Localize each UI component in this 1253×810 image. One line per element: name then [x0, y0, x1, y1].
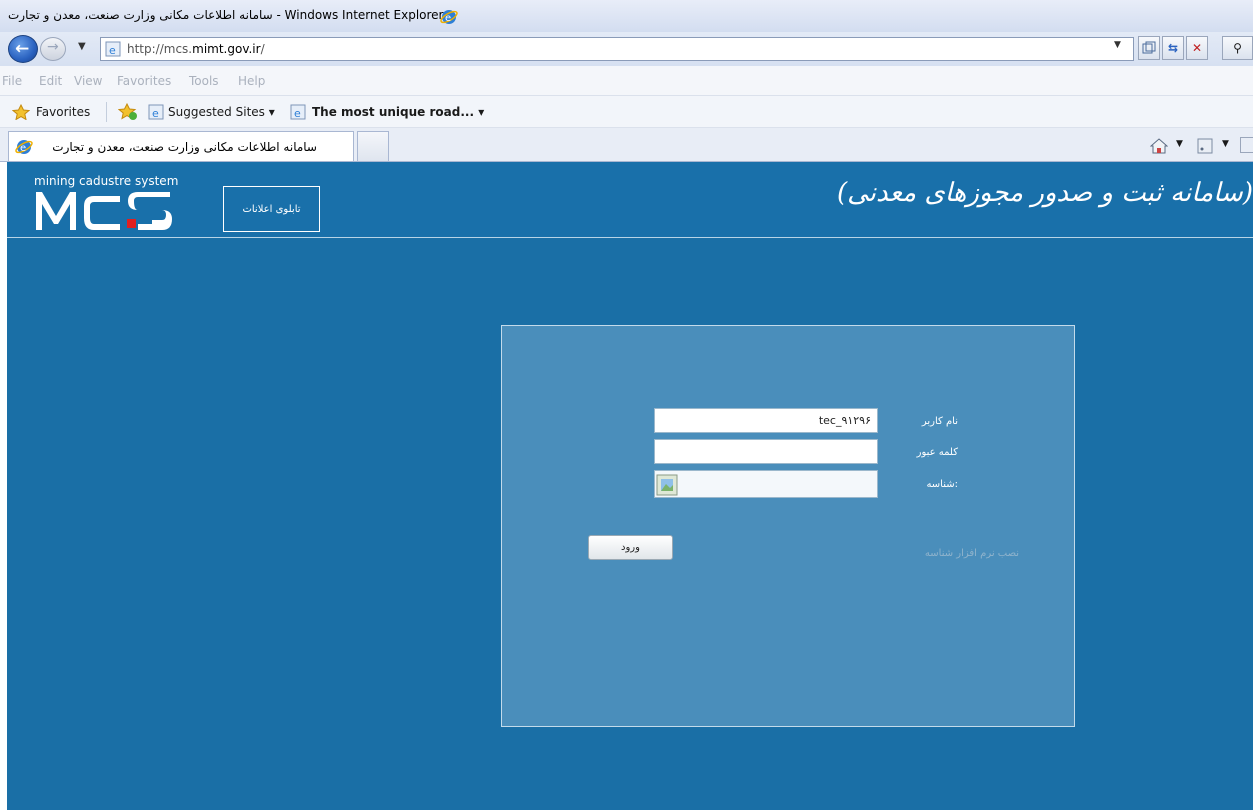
menu-bar: File Edit View Favorites Tools Help — [0, 66, 1253, 96]
forward-arrow-icon: → — [47, 39, 59, 55]
menu-edit[interactable]: Edit — [39, 74, 62, 88]
navigation-bar: ← → ▼ e http://mcs.mimt.gov.ir/ ▼ ⇆ ✕ ⚲ — [0, 32, 1253, 66]
svg-text:e: e — [109, 44, 116, 57]
username-label: نام کاربر — [921, 416, 958, 427]
install-software-link[interactable]: نصب نرم افزار شناسه — [892, 548, 1052, 559]
new-tab-button[interactable] — [357, 131, 389, 161]
address-dropdown-icon[interactable]: ▼ — [1114, 40, 1121, 50]
menu-file[interactable]: File — [2, 74, 22, 88]
title-bar: سامانه اطلاعات مکانی وزارت صنعت، معدن و … — [0, 0, 1253, 32]
captcha-label: شناسه: — [926, 479, 958, 490]
search-button[interactable]: ⚲ — [1222, 36, 1253, 60]
tab-label: سامانه اطلاعات مکانی وزارت صنعت، معدن و … — [52, 140, 317, 154]
favorites-button[interactable]: Favorites — [36, 105, 90, 119]
login-panel: نام کاربر tec_۹۱۲۹۶ کلمه عبور شناسه: ورو… — [501, 325, 1075, 727]
page-content: mining cadustre system تابلوی اعلانات (س… — [7, 162, 1253, 810]
favorites-bar: Favorites e Suggested Sites ▾ e The most… — [0, 96, 1253, 128]
password-label: کلمه عبور — [916, 447, 958, 458]
forward-button[interactable]: → — [40, 37, 66, 61]
history-dropdown-icon[interactable]: ▼ — [78, 41, 86, 52]
menu-favorites[interactable]: Favorites — [117, 74, 171, 88]
tab-active[interactable]: e سامانه اطلاعات مکانی وزارت صنعت، معدن … — [8, 131, 354, 161]
stop-button[interactable]: ✕ — [1186, 36, 1208, 60]
favorite-link-icon: e — [290, 104, 306, 120]
address-bar[interactable]: e http://mcs.mimt.gov.ir/ — [100, 37, 1134, 61]
favorite-link[interactable]: The most unique road... ▾ — [312, 105, 484, 119]
suggested-sites-link[interactable]: Suggested Sites ▾ — [168, 105, 275, 119]
menu-view[interactable]: View — [74, 74, 102, 88]
svg-text:e: e — [445, 13, 451, 24]
suggested-sites-icon: e — [148, 104, 164, 120]
mcs-logo — [36, 192, 172, 230]
back-button[interactable]: ← — [8, 35, 38, 63]
svg-text:e: e — [294, 107, 301, 120]
feeds-dropdown-icon[interactable]: ▼ — [1222, 139, 1229, 149]
compatibility-view-button[interactable] — [1138, 36, 1160, 60]
logo-tagline: mining cadustre system — [34, 174, 179, 188]
home-icon[interactable] — [1150, 138, 1168, 154]
url-text[interactable]: http://mcs.mimt.gov.ir/ — [127, 42, 265, 56]
bulletin-board-button[interactable]: تابلوی اعلانات — [223, 186, 320, 232]
refresh-icon: ⇆ — [1167, 41, 1179, 55]
mail-icon[interactable] — [1240, 137, 1253, 153]
page-icon: e — [105, 41, 121, 57]
svg-text:e: e — [20, 143, 26, 154]
feeds-icon[interactable] — [1196, 138, 1214, 154]
ie-logo-icon: e — [440, 10, 458, 24]
add-favorite-icon[interactable] — [118, 103, 138, 121]
compatibility-icon — [1142, 41, 1156, 54]
stop-icon: ✕ — [1191, 41, 1203, 55]
system-title: (سامانه ثبت و صدور مجوزهای معدنی) — [836, 178, 1253, 208]
search-icon: ⚲ — [1233, 41, 1242, 55]
tab-bar: e سامانه اطلاعات مکانی وزارت صنعت، معدن … — [0, 128, 1253, 162]
menu-tools[interactable]: Tools — [189, 74, 219, 88]
refresh-button[interactable]: ⇆ — [1162, 36, 1184, 60]
captcha-image-icon — [656, 474, 678, 496]
favorites-star-icon — [12, 104, 30, 120]
divider — [106, 102, 107, 122]
menu-help[interactable]: Help — [238, 74, 265, 88]
captcha-field[interactable] — [654, 470, 878, 498]
password-field[interactable] — [654, 439, 878, 464]
username-field[interactable]: tec_۹۱۲۹۶ — [654, 408, 878, 433]
back-arrow-icon: ← — [15, 39, 30, 59]
site-header: mining cadustre system تابلوی اعلانات (س… — [7, 162, 1253, 238]
username-value: tec_۹۱۲۹۶ — [818, 414, 871, 427]
login-button[interactable]: ورود — [588, 535, 673, 560]
home-dropdown-icon[interactable]: ▼ — [1176, 139, 1183, 149]
ie-tab-icon: e — [15, 140, 33, 154]
window-title: سامانه اطلاعات مکانی وزارت صنعت، معدن و … — [8, 8, 444, 22]
svg-text:e: e — [152, 107, 159, 120]
